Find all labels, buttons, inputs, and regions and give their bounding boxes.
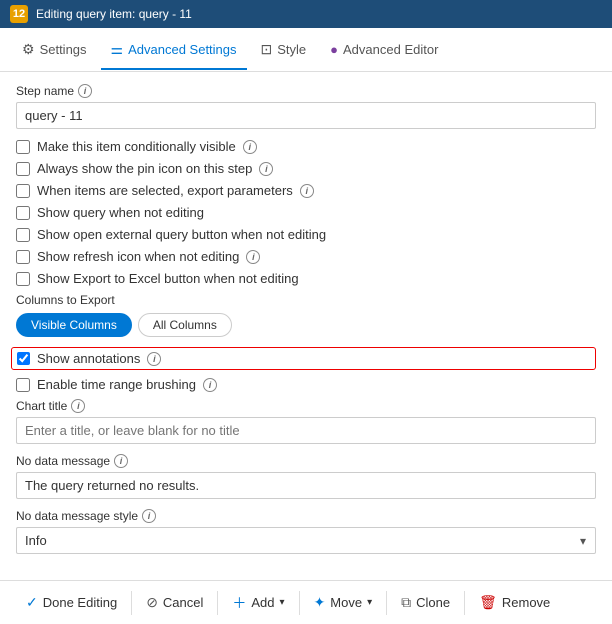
- chart-title-input[interactable]: [16, 417, 596, 444]
- checkbox-show-export: Show Export to Excel button when not edi…: [16, 271, 596, 286]
- chart-title-label: Chart title i: [16, 399, 596, 413]
- tab-style-label: Style: [277, 42, 306, 57]
- add-chevron-icon: ▾: [280, 597, 285, 608]
- no-data-style-label: No data message style i: [16, 509, 596, 523]
- no-data-style-info-icon[interactable]: i: [142, 509, 156, 523]
- checkbox-show-refresh-input[interactable]: [16, 250, 30, 264]
- bottom-bar: ✓ Done Editing ⊘ Cancel ＋ Add ▾ ✦ Move ▾…: [0, 580, 612, 624]
- step-name-input[interactable]: [16, 102, 596, 129]
- title-bar: 12 Editing query item: query - 11: [0, 0, 612, 28]
- move-chevron-icon: ▾: [367, 597, 372, 608]
- checkbox-conditional-info[interactable]: i: [243, 140, 257, 154]
- no-data-message-input[interactable]: [16, 472, 596, 499]
- tab-settings-label: Settings: [40, 42, 87, 57]
- no-data-message-group: No data message i: [16, 454, 596, 499]
- move-button[interactable]: ✦ Move ▾: [300, 581, 387, 624]
- main-content: Step name i Make this item conditionally…: [0, 72, 612, 580]
- move-icon: ✦: [314, 594, 326, 611]
- checkbox-export-params-input[interactable]: [16, 184, 30, 198]
- checkbox-pin-info[interactable]: i: [259, 162, 273, 176]
- tab-settings[interactable]: ⚙ Settings: [12, 31, 97, 70]
- columns-button-group: Visible Columns All Columns: [16, 313, 596, 337]
- checkbox-show-query-input[interactable]: [16, 206, 30, 220]
- checkbox-show-refresh: Show refresh icon when not editing i: [16, 249, 596, 264]
- checkbox-annotations-info[interactable]: i: [147, 352, 161, 366]
- tab-advanced-settings[interactable]: ⚌ Advanced Settings: [101, 31, 247, 70]
- checkbox-export-params-label: When items are selected, export paramete…: [37, 183, 293, 198]
- add-button[interactable]: ＋ Add ▾: [218, 581, 298, 624]
- checkbox-show-export-label: Show Export to Excel button when not edi…: [37, 271, 299, 286]
- no-data-style-dropdown-container: Info Warning Error ▾: [16, 527, 596, 554]
- add-icon: ＋: [232, 593, 246, 613]
- checkbox-annotations-label: Show annotations: [37, 351, 140, 366]
- no-data-style-group: No data message style i Info Warning Err…: [16, 509, 596, 554]
- checkbox-show-external: Show open external query button when not…: [16, 227, 596, 242]
- tab-style[interactable]: ⊡ Style: [251, 31, 317, 70]
- checkbox-export-params-info[interactable]: i: [300, 184, 314, 198]
- title-bar-title: Editing query item: query - 11: [36, 7, 192, 21]
- checkbox-export-params: When items are selected, export paramete…: [16, 183, 596, 198]
- checkbox-time-brushing-input[interactable]: [16, 378, 30, 392]
- title-bar-icon: 12: [10, 5, 28, 23]
- no-data-message-label: No data message i: [16, 454, 596, 468]
- no-data-message-info-icon[interactable]: i: [114, 454, 128, 468]
- checkbox-time-brushing: Enable time range brushing i: [16, 377, 596, 392]
- remove-button[interactable]: 🗑 Remove: [465, 581, 564, 624]
- clone-button[interactable]: ⧉ Clone: [387, 581, 464, 624]
- checkbox-conditional-input[interactable]: [16, 140, 30, 154]
- style-icon: ⊡: [261, 41, 273, 58]
- checkbox-show-export-input[interactable]: [16, 272, 30, 286]
- add-label: Add: [251, 595, 274, 610]
- tab-bar: ⚙ Settings ⚌ Advanced Settings ⊡ Style ●…: [0, 28, 612, 72]
- clone-icon: ⧉: [401, 594, 411, 611]
- checkbox-show-refresh-label: Show refresh icon when not editing: [37, 249, 239, 264]
- clone-label: Clone: [416, 595, 450, 610]
- remove-label: Remove: [502, 595, 550, 610]
- checkbox-conditional-label: Make this item conditionally visible: [37, 139, 236, 154]
- checkbox-show-external-label: Show open external query button when not…: [37, 227, 326, 242]
- chart-title-info-icon[interactable]: i: [71, 399, 85, 413]
- remove-icon: 🗑: [479, 594, 497, 611]
- checkbox-show-refresh-info[interactable]: i: [246, 250, 260, 264]
- checkbox-annotations-input[interactable]: [17, 352, 30, 365]
- step-name-label: Step name i: [16, 84, 596, 98]
- tab-advanced-editor-label: Advanced Editor: [343, 42, 438, 57]
- step-name-info-icon[interactable]: i: [78, 84, 92, 98]
- checkbox-annotations-highlighted: Show annotations i: [11, 347, 596, 370]
- checkbox-show-external-input[interactable]: [16, 228, 30, 242]
- columns-to-export-label: Columns to Export: [16, 293, 596, 307]
- checkbox-pin-label: Always show the pin icon on this step: [37, 161, 252, 176]
- columns-to-export-group: Columns to Export Visible Columns All Co…: [16, 293, 596, 337]
- checkbox-pin: Always show the pin icon on this step i: [16, 161, 596, 176]
- tab-advanced-editor[interactable]: ● Advanced Editor: [320, 32, 448, 69]
- visible-columns-button[interactable]: Visible Columns: [16, 313, 132, 337]
- checkbox-conditional: Make this item conditionally visible i: [16, 139, 596, 154]
- done-check-icon: ✓: [26, 594, 38, 611]
- cancel-button[interactable]: ⊘ Cancel: [132, 581, 217, 624]
- checkbox-show-query-label: Show query when not editing: [37, 205, 204, 220]
- no-data-style-select[interactable]: Info Warning Error: [16, 527, 596, 554]
- done-editing-label: Done Editing: [43, 595, 117, 610]
- done-editing-button[interactable]: ✓ Done Editing: [12, 581, 131, 624]
- tab-advanced-settings-label: Advanced Settings: [128, 42, 236, 57]
- advanced-settings-icon: ⚌: [111, 41, 124, 58]
- checkbox-pin-input[interactable]: [16, 162, 30, 176]
- chart-title-group: Chart title i: [16, 399, 596, 444]
- cancel-icon: ⊘: [146, 594, 158, 611]
- checkbox-time-brushing-label: Enable time range brushing: [37, 377, 196, 392]
- cancel-label: Cancel: [163, 595, 203, 610]
- advanced-editor-dot: ●: [330, 42, 338, 57]
- move-label: Move: [330, 595, 362, 610]
- checkbox-time-brushing-info[interactable]: i: [203, 378, 217, 392]
- all-columns-button[interactable]: All Columns: [138, 313, 232, 337]
- settings-icon: ⚙: [22, 41, 35, 58]
- checkbox-show-query: Show query when not editing: [16, 205, 596, 220]
- step-name-group: Step name i: [16, 84, 596, 129]
